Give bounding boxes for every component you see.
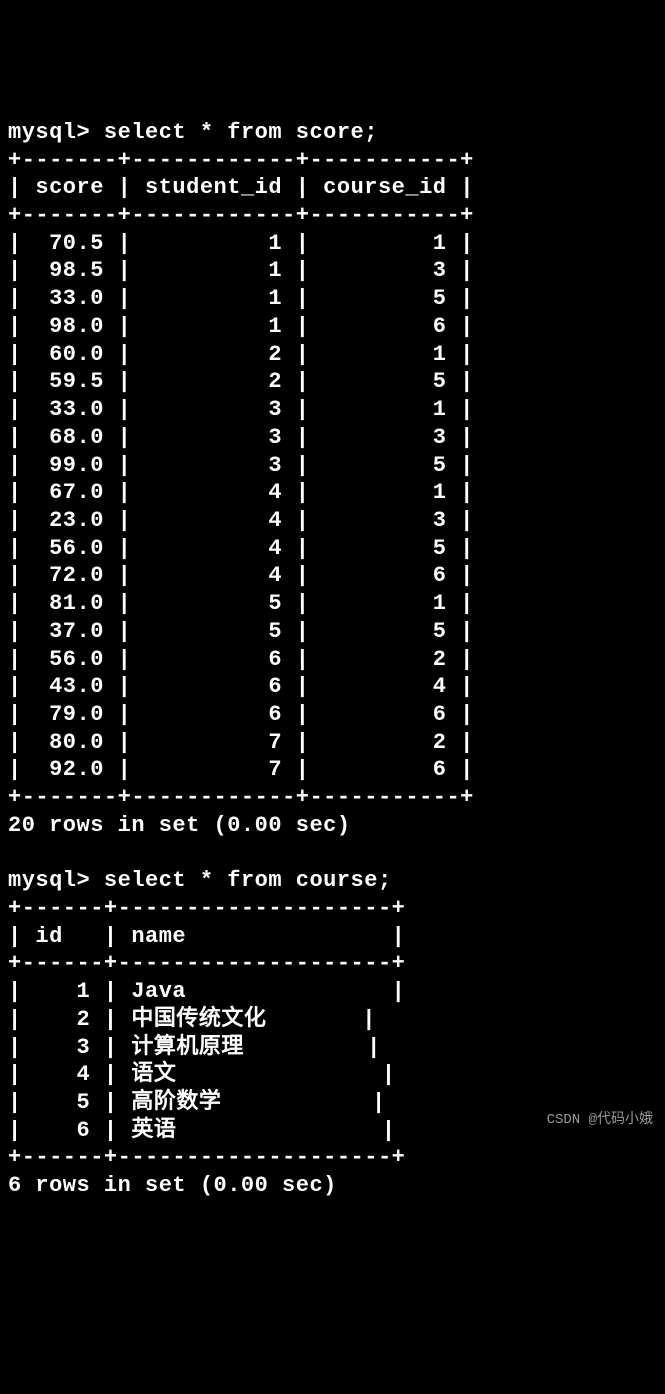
col-name: name	[131, 924, 186, 949]
terminal-output: mysql> select * from score; +-------+---…	[8, 119, 657, 1200]
prompt-line-1: mysql> select * from score;	[8, 120, 378, 145]
table1-border-top: +-------+------------+-----------+	[8, 148, 474, 173]
watermark: CSDN @代码小娥	[547, 1112, 653, 1130]
table2-border-bot: +------+--------------------+	[8, 1145, 405, 1170]
table2-border-top: +------+--------------------+	[8, 896, 405, 921]
table2-body: | 1 | Java | | 2 | 中国传统文化 | | 3 | 计算机原理 …	[8, 979, 405, 1143]
col-score: score	[35, 175, 104, 200]
table1-body: | 70.5 | 1 | 1 | | 98.5 | 1 | 3 | | 33.0…	[8, 231, 474, 783]
query-command-2: select * from course;	[104, 868, 392, 893]
query-command-1: select * from score;	[104, 120, 378, 145]
table1-border-bot: +-------+------------+-----------+	[8, 785, 474, 810]
col-course-id: course_id	[323, 175, 446, 200]
mysql-prompt: mysql>	[8, 868, 90, 893]
table1-border-mid: +-------+------------+-----------+	[8, 203, 474, 228]
status-1: 20 rows in set (0.00 sec)	[8, 813, 351, 838]
prompt-line-2: mysql> select * from course;	[8, 868, 392, 893]
mysql-prompt: mysql>	[8, 120, 90, 145]
table2-header: | id | name |	[8, 924, 405, 949]
table1-header: | score | student_id | course_id |	[8, 175, 474, 200]
status-2: 6 rows in set (0.00 sec)	[8, 1173, 337, 1198]
col-student-id: student_id	[145, 175, 282, 200]
col-id: id	[35, 924, 62, 949]
table2-border-mid: +------+--------------------+	[8, 951, 405, 976]
